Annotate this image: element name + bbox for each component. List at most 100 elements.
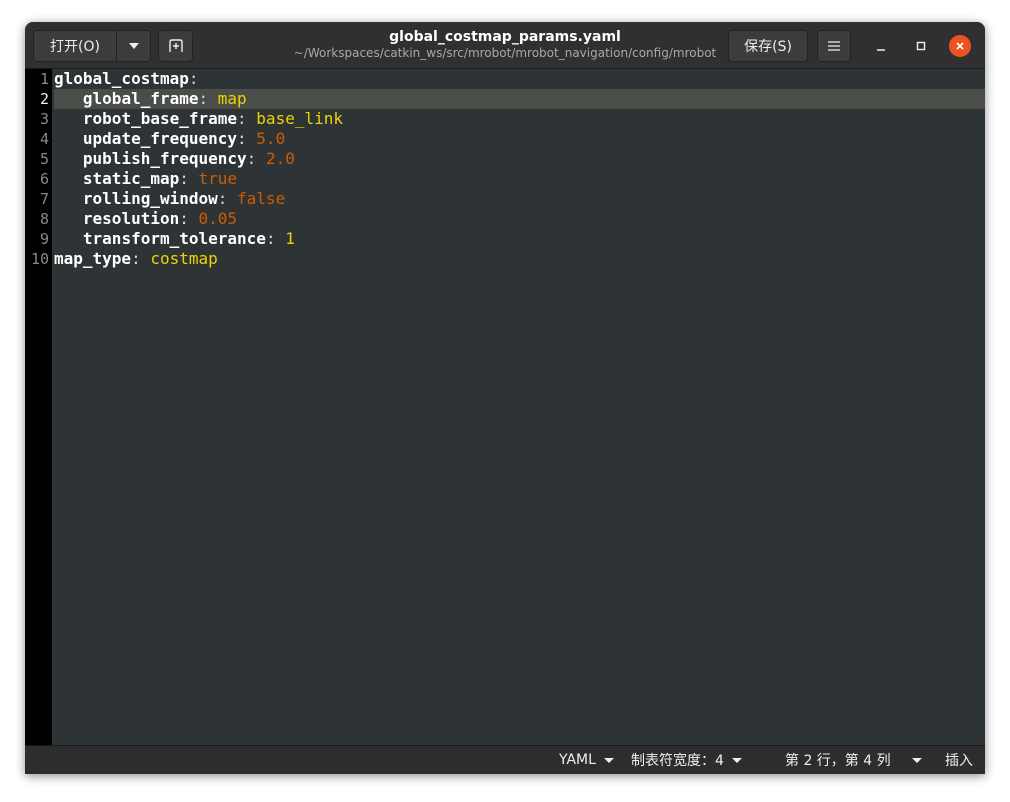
line-number: 2 xyxy=(39,90,49,108)
line-number: 9 xyxy=(39,230,49,248)
yaml-separator: : xyxy=(188,69,199,88)
open-dropdown-button[interactable] xyxy=(116,30,151,62)
tab-width-selector[interactable]: 制表符宽度：4 xyxy=(631,746,742,774)
yaml-key: rolling_window xyxy=(82,189,218,208)
yaml-key: global_frame xyxy=(82,89,199,108)
close-button[interactable] xyxy=(949,35,971,57)
open-button[interactable]: 打开(O) xyxy=(33,30,117,62)
insert-mode-indicator: 插入 xyxy=(945,746,973,774)
yaml-key: global_costmap xyxy=(54,69,189,88)
yaml-separator: : xyxy=(179,169,199,188)
line-number: 4 xyxy=(39,130,49,148)
code-text: rolling_window: false xyxy=(54,189,985,209)
editor-window: 打开(O) global_costmap_params.yaml ~/Works… xyxy=(25,22,985,774)
save-button[interactable]: 保存(S) xyxy=(728,30,808,62)
language-label: YAML xyxy=(559,752,596,768)
status-bar: YAML 制表符宽度：4 第 2 行，第 4 列 插入 xyxy=(25,745,985,774)
menu-button[interactable] xyxy=(817,30,851,62)
code-line[interactable]: 6 static_map: true xyxy=(25,169,985,189)
open-button-group: 打开(O) xyxy=(33,30,151,62)
cursor-position-dropdown[interactable] xyxy=(912,746,922,774)
code-text: global_frame: map xyxy=(54,89,985,109)
line-number: 10 xyxy=(30,250,49,268)
yaml-value: 5.0 xyxy=(256,129,286,148)
code-text: resolution: 0.05 xyxy=(54,209,985,229)
code-line[interactable]: 8 resolution: 0.05 xyxy=(25,209,985,229)
line-number: 5 xyxy=(39,150,49,168)
hamburger-menu-icon xyxy=(828,41,840,51)
line-number: 6 xyxy=(39,170,49,188)
yaml-key: update_frequency xyxy=(82,129,238,148)
yaml-separator: : xyxy=(237,109,257,128)
chevron-down-icon xyxy=(912,757,922,763)
code-text: static_map: true xyxy=(54,169,985,189)
yaml-separator: : xyxy=(217,189,238,208)
cursor-position-label: 第 2 行，第 4 列 xyxy=(785,753,891,769)
code-text: publish_frequency: 2.0 xyxy=(54,149,985,169)
line-number: 3 xyxy=(39,110,49,128)
maximize-button[interactable] xyxy=(909,34,933,58)
code-text: update_frequency: 5.0 xyxy=(54,129,985,149)
yaml-value: 0.05 xyxy=(198,209,238,228)
code-line[interactable]: 4 update_frequency: 5.0 xyxy=(25,129,985,149)
yaml-key: transform_tolerance xyxy=(82,229,266,248)
yaml-key: robot_base_frame xyxy=(82,109,238,128)
chevron-down-icon xyxy=(128,43,139,49)
code-text: robot_base_frame: base_link xyxy=(54,109,985,129)
window-title: global_costmap_params.yaml xyxy=(389,29,621,45)
tab-width-label: 制表符宽度：4 xyxy=(631,753,724,769)
cursor-position-selector[interactable]: 第 2 行，第 4 列 xyxy=(785,746,891,774)
save-button-label: 保存(S) xyxy=(744,39,792,55)
yaml-separator: : xyxy=(179,209,199,228)
line-number: 1 xyxy=(39,70,49,88)
code-line[interactable]: 7 rolling_window: false xyxy=(25,189,985,209)
open-button-label: 打开(O) xyxy=(50,39,100,55)
new-tab-button[interactable] xyxy=(158,30,193,62)
language-selector[interactable]: YAML xyxy=(559,746,614,774)
line-number: 7 xyxy=(39,190,49,208)
yaml-value: costmap xyxy=(150,249,218,268)
yaml-key: resolution xyxy=(82,209,180,228)
yaml-key: map_type xyxy=(54,249,132,268)
yaml-separator: : xyxy=(198,89,218,108)
new-tab-icon xyxy=(168,39,183,52)
title-block: global_costmap_params.yaml ~/Workspaces/… xyxy=(225,28,785,61)
yaml-value: true xyxy=(198,169,238,188)
line-number: 8 xyxy=(39,210,49,228)
minimize-icon xyxy=(877,49,885,51)
code-text: global_costmap: xyxy=(54,69,985,89)
yaml-separator: : xyxy=(246,149,266,168)
yaml-value: base_link xyxy=(256,109,343,128)
yaml-separator: : xyxy=(265,229,286,248)
yaml-value: 1 xyxy=(285,229,295,248)
yaml-value: 2.0 xyxy=(265,149,295,168)
code-text: map_type: costmap xyxy=(54,249,985,269)
insert-mode-label: 插入 xyxy=(945,753,973,769)
code-text: transform_tolerance: 1 xyxy=(54,229,985,249)
file-path: ~/Workspaces/catkin_ws/src/mrobot/mrobot… xyxy=(293,46,717,60)
code-line[interactable]: 1 global_costmap: xyxy=(25,69,985,89)
code-line[interactable]: 2 global_frame: map xyxy=(25,89,985,109)
yaml-separator: : xyxy=(237,129,257,148)
code-line[interactable]: 10 map_type: costmap xyxy=(25,249,985,269)
text-editor[interactable]: 1 global_costmap: 2 global_frame: map 3 rob… xyxy=(25,69,985,745)
code-line[interactable]: 9 transform_tolerance: 1 xyxy=(25,229,985,249)
yaml-key: static_map xyxy=(82,169,180,188)
yaml-value: map xyxy=(217,89,247,108)
code-line[interactable]: 5 publish_frequency: 2.0 xyxy=(25,149,985,169)
maximize-icon xyxy=(916,41,926,51)
minimize-button[interactable] xyxy=(869,34,893,58)
chevron-down-icon xyxy=(731,757,742,763)
chevron-down-icon xyxy=(603,757,614,763)
yaml-separator: : xyxy=(131,249,151,268)
code-line[interactable]: 3 robot_base_frame: base_link xyxy=(25,109,985,129)
yaml-value: false xyxy=(237,189,286,208)
